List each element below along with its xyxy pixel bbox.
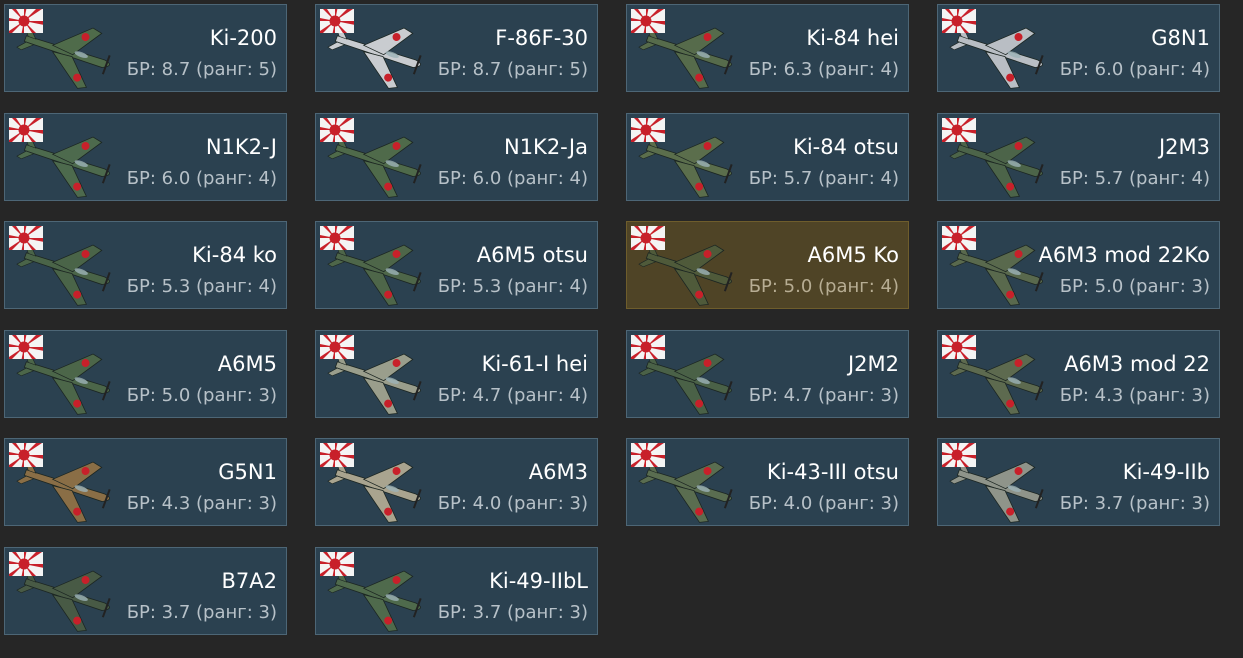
battle-rating: БР: 4.0 (ранг: 3) [437,493,588,514]
japan-flag-icon [316,548,365,594]
battle-rating: БР: 3.7 (ранг: 3) [437,602,588,623]
battle-rating: БР: 5.0 (ранг: 3) [1059,276,1210,297]
vehicle-name: Ki-49-IIb [1122,460,1210,484]
vehicle-card[interactable]: N1K2-Ja БР: 6.0 (ранг: 4) [315,113,598,201]
japan-flag-icon [316,5,365,51]
vehicle-name: F-86F-30 [495,26,588,50]
japan-flag-icon [938,439,987,485]
vehicle-card[interactable]: Ki-84 ko БР: 5.3 (ранг: 4) [4,221,287,309]
japan-flag-icon [938,222,987,268]
vehicle-name: Ki-84 ko [192,243,277,267]
vehicle-card[interactable]: J2M2 БР: 4.7 (ранг: 3) [626,330,909,418]
vehicle-card[interactable]: G5N1 БР: 4.3 (ранг: 3) [4,438,287,526]
japan-flag-icon [627,331,676,377]
vehicle-name: A6M3 mod 22 [1064,352,1210,376]
vehicle-card[interactable]: Ki-49-IIb БР: 3.7 (ранг: 3) [937,438,1220,526]
japan-flag-icon [627,114,676,160]
vehicle-card[interactable]: Ki-49-IIbL БР: 3.7 (ранг: 3) [315,547,598,635]
battle-rating: БР: 6.0 (ранг: 4) [126,168,277,189]
battle-rating: БР: 5.3 (ранг: 4) [126,276,277,297]
vehicle-name: A6M3 mod 22Ko [1038,243,1211,267]
vehicle-card[interactable]: A6M3 БР: 4.0 (ранг: 3) [315,438,598,526]
vehicle-card[interactable]: Ki-84 hei БР: 6.3 (ранг: 4) [626,4,909,92]
vehicle-name: N1K2-J [205,135,277,159]
japan-flag-icon [5,548,54,594]
japan-flag-icon [5,222,54,268]
battle-rating: БР: 6.0 (ранг: 4) [1059,59,1210,80]
vehicle-card[interactable]: J2M3 БР: 5.7 (ранг: 4) [937,113,1220,201]
vehicle-name: J2M3 [1158,135,1210,159]
vehicle-card[interactable]: B7A2 БР: 3.7 (ранг: 3) [4,547,287,635]
battle-rating: БР: 4.7 (ранг: 3) [748,385,899,406]
japan-flag-icon [627,5,676,51]
japan-flag-icon [5,5,54,51]
battle-rating: БР: 5.7 (ранг: 4) [1059,168,1210,189]
vehicle-card[interactable]: N1K2-J БР: 6.0 (ранг: 4) [4,113,287,201]
vehicle-card[interactable]: A6M5 Ko БР: 5.0 (ранг: 4) [626,221,909,309]
japan-flag-icon [627,439,676,485]
vehicle-grid: Ki-200 БР: 8.7 (ранг: 5) F-86F-30 БР: 8.7 … [0,0,1243,658]
vehicle-card[interactable]: Ki-200 БР: 8.7 (ранг: 5) [4,4,287,92]
vehicle-name: Ki-84 otsu [793,135,899,159]
vehicle-card[interactable]: Ki-84 otsu БР: 5.7 (ранг: 4) [626,113,909,201]
vehicle-name: Ki-84 hei [806,26,899,50]
battle-rating: БР: 6.0 (ранг: 4) [437,168,588,189]
japan-flag-icon [938,114,987,160]
vehicle-card[interactable]: Ki-61-I hei БР: 4.7 (ранг: 4) [315,330,598,418]
vehicle-card[interactable]: A6M5 otsu БР: 5.3 (ранг: 4) [315,221,598,309]
vehicle-name: A6M5 otsu [476,243,588,267]
battle-rating: БР: 3.7 (ранг: 3) [126,602,277,623]
vehicle-name: Ki-49-IIbL [489,569,588,593]
battle-rating: БР: 5.0 (ранг: 4) [748,276,899,297]
japan-flag-icon [5,114,54,160]
battle-rating: БР: 4.3 (ранг: 3) [1059,385,1210,406]
japan-flag-icon [316,331,365,377]
japan-flag-icon [627,222,676,268]
battle-rating: БР: 8.7 (ранг: 5) [437,59,588,80]
vehicle-name: Ki-61-I hei [481,352,588,376]
vehicle-name: A6M3 [528,460,588,484]
vehicle-name: B7A2 [221,569,278,593]
vehicle-name: Ki-200 [209,26,277,50]
japan-flag-icon [316,114,365,160]
vehicle-name: N1K2-Ja [503,135,588,159]
vehicle-name: G8N1 [1151,26,1210,50]
vehicle-card[interactable]: A6M3 mod 22 БР: 4.3 (ранг: 3) [937,330,1220,418]
vehicle-name: J2M2 [847,352,899,376]
vehicle-card[interactable]: A6M3 mod 22Ko БР: 5.0 (ранг: 3) [937,221,1220,309]
japan-flag-icon [5,439,54,485]
battle-rating: БР: 8.7 (ранг: 5) [126,59,277,80]
vehicle-card[interactable]: A6M5 БР: 5.0 (ранг: 3) [4,330,287,418]
battle-rating: БР: 4.3 (ранг: 3) [126,493,277,514]
vehicle-name: A6M5 [217,352,277,376]
battle-rating: БР: 6.3 (ранг: 4) [748,59,899,80]
japan-flag-icon [316,439,365,485]
vehicle-card[interactable]: Ki-43-III otsu БР: 4.0 (ранг: 3) [626,438,909,526]
japan-flag-icon [5,331,54,377]
vehicle-name: A6M5 Ko [807,243,899,267]
japan-flag-icon [316,222,365,268]
vehicle-name: G5N1 [218,460,277,484]
battle-rating: БР: 5.0 (ранг: 3) [126,385,277,406]
battle-rating: БР: 5.7 (ранг: 4) [748,168,899,189]
vehicle-card[interactable]: F-86F-30 БР: 8.7 (ранг: 5) [315,4,598,92]
vehicle-name: Ki-43-III otsu [766,460,899,484]
battle-rating: БР: 5.3 (ранг: 4) [437,276,588,297]
battle-rating: БР: 4.0 (ранг: 3) [748,493,899,514]
japan-flag-icon [938,5,987,51]
battle-rating: БР: 4.7 (ранг: 4) [437,385,588,406]
japan-flag-icon [938,331,987,377]
vehicle-card[interactable]: G8N1 БР: 6.0 (ранг: 4) [937,4,1220,92]
battle-rating: БР: 3.7 (ранг: 3) [1059,493,1210,514]
